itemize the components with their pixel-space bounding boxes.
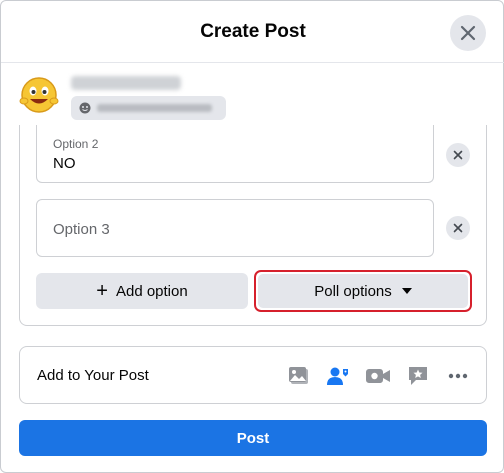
dialog-title: Create Post: [200, 21, 306, 42]
add-to-post-label: Add to Your Post: [37, 367, 149, 384]
feeling-icon[interactable]: [405, 363, 431, 389]
audience-selector[interactable]: [71, 96, 226, 120]
close-icon: [460, 25, 476, 41]
close-button[interactable]: [450, 15, 486, 51]
live-video-icon[interactable]: [365, 363, 391, 389]
poll-option-2-value: NO: [53, 155, 76, 172]
add-option-label: Add option: [115, 282, 188, 300]
poll-options-button[interactable]: Poll options: [258, 274, 468, 308]
dialog-header: Create Post: [1, 1, 504, 63]
avatar: [19, 77, 59, 113]
poll-option-2-label: Option 2: [53, 137, 99, 151]
audience-icon: [79, 102, 91, 114]
poll-option-2-field[interactable]: Option 2 NO: [36, 125, 434, 183]
poll-option-3-field[interactable]: Option 3: [36, 199, 434, 257]
tag-people-icon[interactable]: [325, 363, 351, 389]
post-button[interactable]: Post: [19, 420, 487, 456]
more-icon[interactable]: [445, 363, 471, 389]
poll-option-3-placeholder: Option 3: [53, 221, 110, 238]
poll-options-highlight: Poll options: [254, 270, 472, 312]
close-icon: [453, 223, 463, 233]
remove-option-2-button[interactable]: [446, 143, 470, 167]
add-to-post-bar: Add to Your Post: [19, 346, 487, 404]
add-option-button[interactable]: + Add option: [36, 273, 248, 309]
user-row: [19, 73, 319, 123]
user-name-blurred: [71, 76, 181, 90]
caret-down-icon: [401, 288, 412, 294]
create-post-dialog: Create Post Option 2 NO Option 3 + Add o…: [0, 0, 504, 473]
plus-icon: +: [96, 280, 108, 302]
audience-label-blurred: [97, 104, 212, 112]
close-icon: [453, 150, 463, 160]
poll-options-label: Poll options: [314, 282, 392, 300]
photo-icon[interactable]: [286, 363, 312, 389]
remove-option-3-button[interactable]: [446, 216, 470, 240]
